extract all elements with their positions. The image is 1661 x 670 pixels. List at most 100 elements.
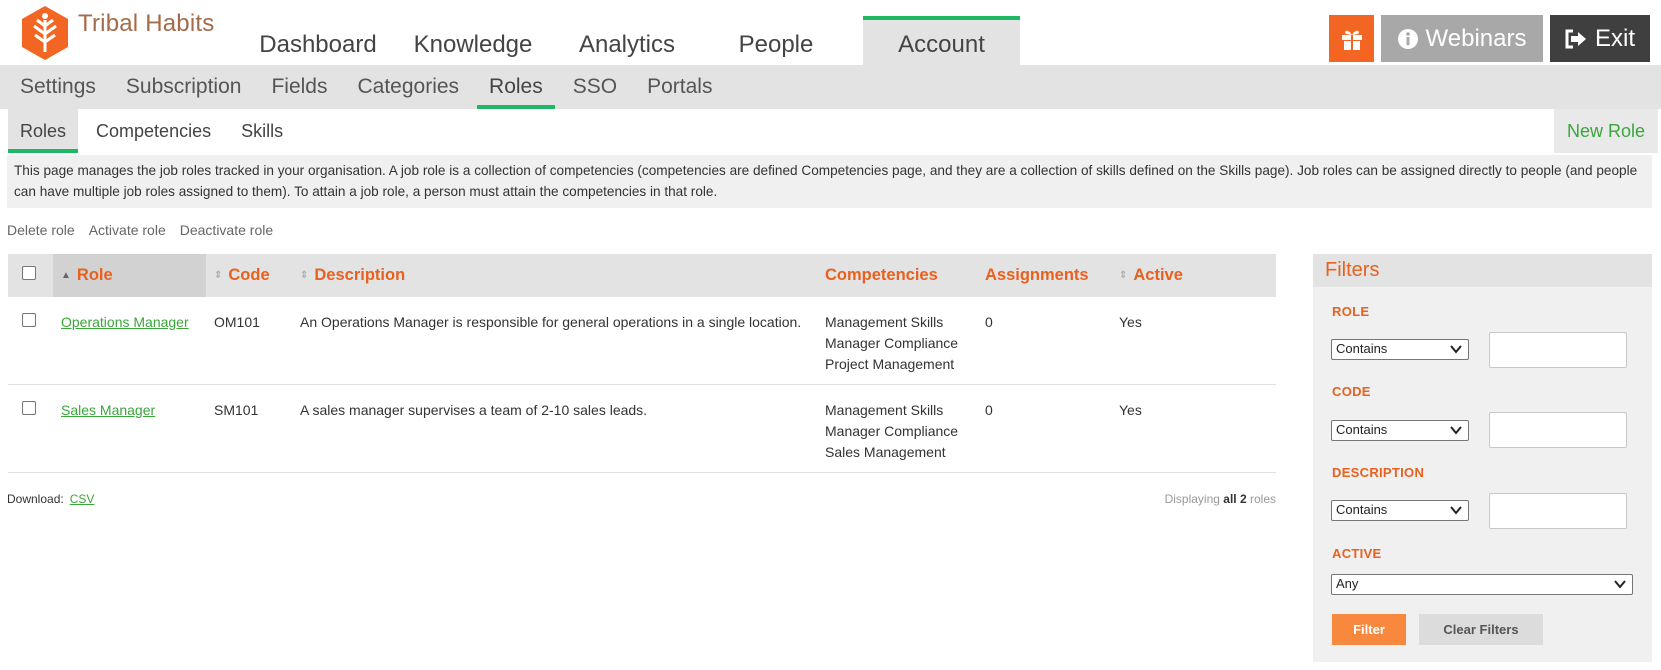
csv-download-link[interactable]: CSV <box>70 492 95 506</box>
tribal-habits-logo-icon <box>18 4 72 62</box>
chevron-down-icon <box>1450 345 1462 354</box>
role-active: Yes <box>1111 384 1276 473</box>
code-filter-operator-select[interactable]: Contains <box>1331 420 1469 441</box>
sort-icon: ⇕ <box>1119 270 1128 281</box>
role-link[interactable]: Operations Manager <box>61 314 189 330</box>
sort-asc-icon: ▲ <box>61 270 71 281</box>
row-checkbox[interactable] <box>22 401 36 415</box>
logo[interactable]: Tribal Habits <box>18 4 214 62</box>
top-header: Tribal Habits Dashboard Knowledge Analyt… <box>0 0 1661 65</box>
nav-knowledge[interactable]: Knowledge <box>381 16 565 65</box>
table-row: Sales Manager SM101 A sales manager supe… <box>8 384 1276 473</box>
competency-item: Manager Compliance <box>825 423 959 439</box>
sort-icon: ⇕ <box>300 270 309 281</box>
clear-filters-button[interactable]: Clear Filters <box>1419 614 1543 645</box>
new-role-button[interactable]: New Role <box>1553 109 1658 153</box>
select-value: Contains <box>1336 422 1388 437</box>
sort-icon: ⇕ <box>214 270 223 281</box>
webinars-button[interactable]: Webinars <box>1381 15 1543 62</box>
nav-people[interactable]: People <box>689 16 863 65</box>
role-filter-input[interactable] <box>1489 332 1627 368</box>
tab-skills[interactable]: Skills <box>229 109 295 153</box>
filters-title: Filters <box>1313 254 1652 287</box>
account-subnav: Settings Subscription Fields Categories … <box>0 65 1661 109</box>
displaying-total: all 2 <box>1223 492 1247 506</box>
active-filter-label: ACTIVE <box>1332 546 1382 561</box>
subnav-categories[interactable]: Categories <box>345 65 471 109</box>
chevron-down-icon <box>1614 580 1626 589</box>
subnav-portals[interactable]: Portals <box>635 65 724 109</box>
column-header-competencies: Competencies <box>817 254 977 297</box>
subnav-roles[interactable]: Roles <box>477 65 555 109</box>
nav-analytics[interactable]: Analytics <box>565 16 689 65</box>
code-filter-label: CODE <box>1332 384 1371 399</box>
column-header-description[interactable]: ⇕ Description <box>292 254 817 297</box>
brand-name: Tribal Habits <box>78 10 215 37</box>
role-competencies: Management Skills Manager Compliance Sal… <box>817 384 977 473</box>
tab-competencies[interactable]: Competencies <box>84 109 223 153</box>
competency-item: Project Management <box>825 356 955 372</box>
role-assignments: 0 <box>977 297 1111 385</box>
code-filter-input[interactable] <box>1489 412 1627 448</box>
nav-account[interactable]: Account <box>863 16 1020 65</box>
description-filter-input[interactable] <box>1489 493 1627 529</box>
displaying-prefix: Displaying <box>1164 492 1220 506</box>
select-all-checkbox[interactable] <box>22 266 36 280</box>
filters-panel: Filters ROLE Contains CODE Contains DESC… <box>1313 254 1652 662</box>
info-icon <box>1397 28 1418 49</box>
subnav-fields[interactable]: Fields <box>259 65 339 109</box>
delete-role-action[interactable]: Delete role <box>7 222 75 238</box>
exit-label: Exit <box>1594 24 1635 52</box>
chevron-down-icon <box>1450 426 1462 435</box>
active-filter-select[interactable]: Any <box>1331 574 1633 595</box>
column-header-active[interactable]: ⇕ Active <box>1111 254 1276 297</box>
sign-out-icon <box>1565 29 1587 49</box>
role-active: Yes <box>1111 297 1276 385</box>
webinars-label: Webinars <box>1425 24 1527 52</box>
deactivate-role-action[interactable]: Deactivate role <box>180 222 273 238</box>
nav-dashboard[interactable]: Dashboard <box>255 16 381 65</box>
main-nav: Dashboard Knowledge Analytics People Acc… <box>255 16 1020 65</box>
column-header-role[interactable]: ▲ Role <box>53 254 206 297</box>
role-description: A sales manager supervises a team of 2-1… <box>292 384 817 473</box>
select-value: Any <box>1336 576 1359 591</box>
row-select-cell <box>8 384 53 473</box>
competency-item: Manager Compliance <box>825 335 959 351</box>
roles-tab-bar: Roles Competencies Skills New Role <box>0 109 1661 153</box>
gift-icon <box>1341 30 1362 50</box>
row-checkbox[interactable] <box>22 313 36 327</box>
activate-role-action[interactable]: Activate role <box>89 222 166 238</box>
select-value: Contains <box>1336 502 1388 517</box>
download-bar: Download: CSV <box>7 492 94 506</box>
roles-table: ▲ Role ⇕ Code ⇕ Description Competencies As… <box>8 254 1276 473</box>
table-row: Operations Manager OM101 An Operations M… <box>8 297 1276 385</box>
subnav-settings[interactable]: Settings <box>8 65 108 109</box>
role-filter-operator-select[interactable]: Contains <box>1331 339 1469 360</box>
tab-roles[interactable]: Roles <box>8 109 79 153</box>
column-header-assignments: Assignments <box>977 254 1111 297</box>
gift-button[interactable] <box>1329 15 1374 62</box>
info-text: This page manages the job roles tracked … <box>7 155 1652 208</box>
download-label: Download: <box>7 492 64 506</box>
role-filter-label: ROLE <box>1332 304 1370 319</box>
competency-item: Sales Management <box>825 444 946 460</box>
column-label: Code <box>228 266 270 284</box>
column-label: Role <box>76 266 113 284</box>
row-select-cell <box>8 297 53 385</box>
competency-item: Management Skills <box>825 314 944 330</box>
displaying-count: Displaying all 2 roles <box>1100 492 1276 506</box>
select-value: Contains <box>1336 341 1388 356</box>
column-label: Description <box>314 266 406 284</box>
description-filter-label: DESCRIPTION <box>1332 465 1425 480</box>
subnav-subscription[interactable]: Subscription <box>114 65 254 109</box>
filter-button[interactable]: Filter <box>1332 614 1406 645</box>
role-link[interactable]: Sales Manager <box>61 402 155 418</box>
displaying-suffix: roles <box>1249 492 1276 506</box>
competency-item: Management Skills <box>825 402 944 418</box>
description-filter-operator-select[interactable]: Contains <box>1331 500 1469 521</box>
select-all-cell <box>8 254 53 297</box>
exit-button[interactable]: Exit <box>1550 15 1650 62</box>
column-header-code[interactable]: ⇕ Code <box>206 254 292 297</box>
subnav-sso[interactable]: SSO <box>561 65 629 109</box>
role-description: An Operations Manager is responsible for… <box>292 297 817 385</box>
